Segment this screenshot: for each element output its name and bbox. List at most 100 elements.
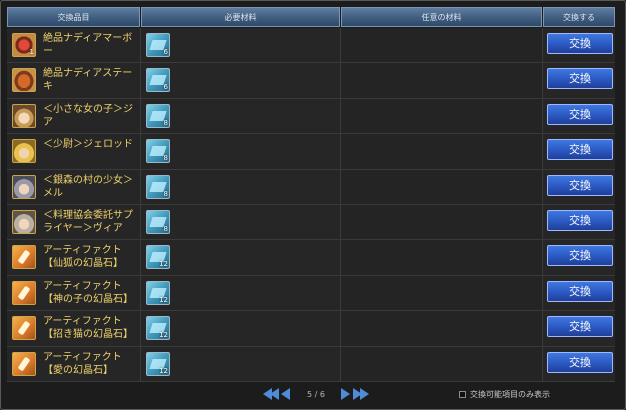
material-crystal-icon[interactable]: 12 [146, 316, 170, 341]
button-cell: 交換 [543, 134, 615, 169]
prev-page-button[interactable] [281, 388, 290, 400]
table-row: アーティファクト【仙狐の幻晶石】 12 交換 [7, 240, 615, 276]
exchange-button[interactable]: 交換 [547, 174, 613, 196]
material-crystal-icon[interactable]: 6 [146, 68, 170, 93]
table-row: ＜銀森の村の少女＞メル 8 交換 [7, 169, 615, 205]
item-name: アーティファクト【愛の幻晶石】 [43, 351, 122, 376]
item-count: 1 [29, 48, 34, 56]
material-cell: 12 [141, 346, 341, 381]
exchangeable-only-toggle[interactable]: 交換可能項目のみ表示 [459, 389, 550, 400]
table-row: アーティファクト【招き猫の幻晶石】 12 交換 [7, 311, 615, 347]
exchange-button[interactable]: 交換 [547, 209, 613, 231]
button-cell: 交換 [543, 275, 615, 311]
item-cell: アーティファクト【愛の幻晶石】 [7, 346, 141, 381]
material-cell: 6 [141, 63, 341, 98]
exchange-button[interactable]: 交換 [547, 139, 613, 161]
table-row: 1 絶品ナディアマーボー 6 交換 [7, 28, 615, 64]
character-portrait-icon[interactable] [12, 139, 36, 164]
material-cell: 8 [141, 169, 341, 204]
optional-material-cell [341, 311, 543, 346]
exchange-button[interactable]: 交換 [547, 351, 613, 373]
header-exchange-item: 交換品目 [7, 7, 140, 27]
material-count: 8 [163, 224, 168, 233]
page-indicator: 5 / 6 [307, 389, 325, 399]
crystal-icon[interactable] [12, 351, 36, 376]
next-page-button[interactable] [340, 388, 350, 400]
optional-material-cell [341, 134, 543, 169]
material-count: 12 [159, 295, 168, 304]
material-count: 12 [159, 366, 168, 375]
header-required-materials: 必要材料 [141, 7, 340, 27]
item-name: アーティファクト【神の子の幻晶石】 [43, 280, 133, 305]
character-portrait-icon[interactable] [12, 209, 36, 234]
item-cell: ＜小さな女の子＞ジア [7, 98, 141, 134]
material-crystal-icon[interactable]: 8 [146, 209, 170, 234]
exchange-button[interactable]: 交換 [547, 68, 613, 90]
header-optional-materials: 任意の材料 [341, 7, 542, 27]
button-cell: 交換 [543, 240, 615, 275]
character-portrait-icon[interactable] [12, 174, 36, 199]
material-crystal-icon[interactable]: 8 [146, 174, 170, 199]
material-crystal-icon[interactable]: 12 [146, 351, 170, 376]
optional-material-cell [341, 204, 543, 240]
material-count: 12 [159, 331, 168, 340]
food-dish-icon[interactable]: 1 [12, 33, 36, 57]
material-cell: 8 [141, 134, 341, 169]
optional-material-cell [341, 63, 543, 98]
material-crystal-icon[interactable]: 8 [146, 103, 170, 128]
material-crystal-icon[interactable]: 6 [146, 33, 170, 57]
exchange-list: 1 絶品ナディアマーボー 6 交換 絶品ナディアステーキ 6 交換 ＜小さな女の… [7, 28, 615, 382]
crystal-icon[interactable] [12, 245, 36, 270]
food-steak-icon[interactable] [12, 68, 36, 93]
material-count: 6 [163, 83, 168, 92]
item-name: ＜料理協会委託サプライヤー＞ヴィア [43, 209, 133, 234]
exchange-button[interactable]: 交換 [547, 245, 613, 267]
exchange-button[interactable]: 交換 [547, 33, 613, 54]
material-count: 8 [163, 154, 168, 163]
character-portrait-icon[interactable] [12, 103, 36, 128]
material-count: 8 [163, 189, 168, 198]
button-cell: 交換 [543, 63, 615, 98]
button-cell: 交換 [543, 204, 615, 240]
material-crystal-icon[interactable]: 8 [146, 139, 170, 164]
material-crystal-icon[interactable]: 12 [146, 280, 170, 305]
optional-material-cell [341, 98, 543, 134]
table-row: アーティファクト【愛の幻晶石】 12 交換 [7, 346, 615, 382]
material-cell: 12 [141, 311, 341, 346]
exchangeable-only-checkbox[interactable] [459, 391, 466, 398]
button-cell: 交換 [543, 98, 615, 134]
item-cell: 1 絶品ナディアマーボー [7, 28, 141, 63]
material-crystal-icon[interactable]: 12 [146, 245, 170, 270]
item-name: アーティファクト【招き猫の幻晶石】 [43, 316, 133, 341]
optional-material-cell [341, 240, 543, 275]
crystal-icon[interactable] [12, 280, 36, 305]
exchange-button[interactable]: 交換 [547, 280, 613, 302]
optional-material-cell [341, 169, 543, 204]
table-header: 交換品目 必要材料 任意の材料 交換する [7, 7, 615, 27]
item-name: ＜小さな女の子＞ジア [43, 103, 133, 128]
item-name: ＜少尉＞ジェロッド [43, 139, 133, 151]
item-cell: ＜料理協会委託サプライヤー＞ヴィア [7, 204, 141, 240]
item-name: 絶品ナディアマーボー [43, 33, 133, 57]
last-page-button[interactable] [352, 388, 369, 400]
item-cell: アーティファクト【神の子の幻晶石】 [7, 275, 141, 311]
first-page-button[interactable] [263, 388, 279, 400]
header-exchange: 交換する [543, 7, 615, 27]
item-cell: ＜銀森の村の少女＞メル [7, 169, 141, 204]
material-count: 12 [159, 260, 168, 269]
double-left-arrow-icon [270, 388, 279, 400]
item-cell: アーティファクト【仙狐の幻晶石】 [7, 240, 141, 275]
optional-material-cell [341, 346, 543, 381]
exchange-button[interactable]: 交換 [547, 103, 613, 125]
button-cell: 交換 [543, 311, 615, 346]
table-row: アーティファクト【神の子の幻晶石】 12 交換 [7, 275, 615, 312]
item-cell: アーティファクト【招き猫の幻晶石】 [7, 311, 141, 346]
table-row: ＜料理協会委託サプライヤー＞ヴィア 8 交換 [7, 204, 615, 241]
exchange-button[interactable]: 交換 [547, 316, 613, 338]
crystal-icon[interactable] [12, 316, 36, 341]
optional-material-cell [341, 275, 543, 311]
optional-material-cell [341, 28, 543, 63]
table-row: ＜少尉＞ジェロッド 8 交換 [7, 134, 615, 170]
button-cell: 交換 [543, 169, 615, 204]
material-cell: 8 [141, 204, 341, 240]
